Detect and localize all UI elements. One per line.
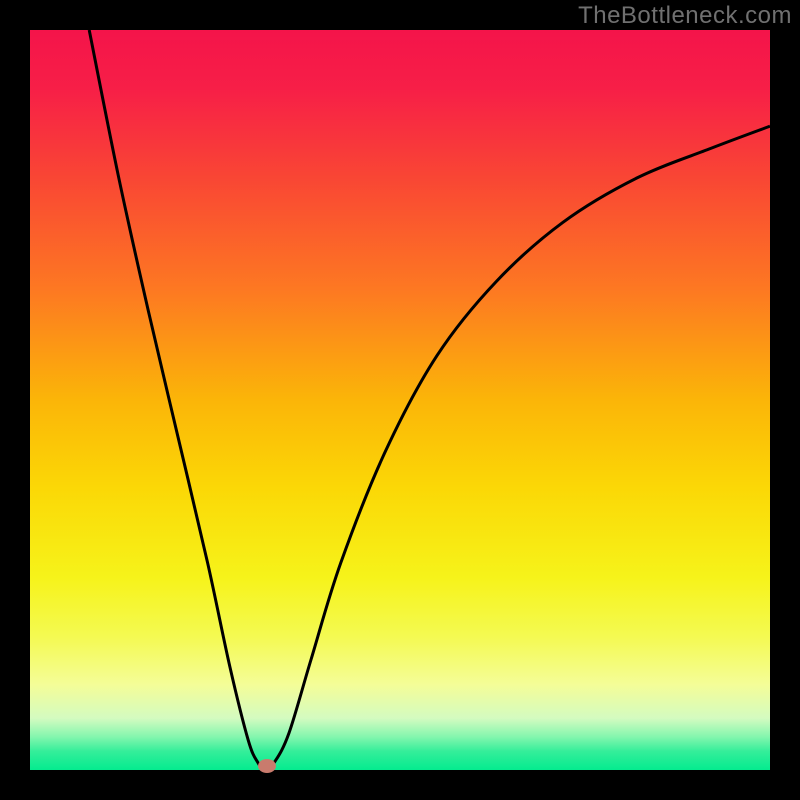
bottleneck-curve [89, 30, 770, 770]
watermark-text: TheBottleneck.com [578, 2, 792, 30]
curve-layer [30, 30, 770, 770]
optimal-point-marker [258, 759, 276, 773]
chart-frame: TheBottleneck.com [0, 0, 800, 800]
plot-area [30, 30, 770, 770]
